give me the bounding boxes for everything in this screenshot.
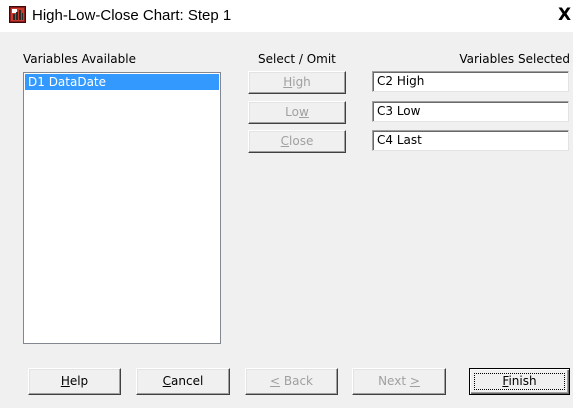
finish-button[interactable]: Finish — [469, 368, 570, 395]
help-label: elp — [69, 374, 89, 388]
help-button[interactable]: Help — [28, 368, 121, 395]
cancel-mnemonic: C — [162, 374, 172, 388]
variables-selected-label: Variables Selected — [459, 52, 570, 66]
selected-close-field[interactable]: C4 Last — [372, 130, 569, 151]
select-low-button[interactable]: Low — [248, 101, 346, 124]
back-mnemonic: < — [269, 374, 281, 388]
select-low-mnemonic: w — [299, 105, 309, 119]
selected-high-field[interactable]: C2 High — [372, 71, 569, 92]
variables-available-list[interactable]: D1 DataDate — [23, 72, 221, 344]
back-label: Back — [280, 374, 313, 388]
cancel-button[interactable]: Cancel — [136, 368, 230, 395]
select-high-mnemonic: H — [283, 75, 293, 89]
title-bar[interactable]: High-Low-Close Chart: Step 1 X — [0, 0, 573, 32]
select-low-label: Lo — [285, 105, 299, 119]
next-mnemonic: > — [409, 374, 420, 388]
variables-available-label: Variables Available — [23, 52, 136, 66]
select-close-mnemonic: C — [280, 134, 290, 148]
app-chart-icon — [9, 6, 26, 23]
selected-low-value: C3 Low — [377, 104, 421, 118]
close-button[interactable]: X — [556, 4, 573, 26]
focus-rectangle — [474, 373, 565, 390]
window-title: High-Low-Close Chart: Step 1 — [32, 7, 232, 24]
help-mnemonic: H — [60, 374, 70, 388]
selected-high-value: C2 High — [377, 74, 425, 88]
back-button[interactable]: < Back — [245, 368, 338, 395]
select-omit-label: Select / Omit — [258, 52, 336, 66]
list-item[interactable]: D1 DataDate — [25, 74, 219, 90]
select-high-button[interactable]: High — [248, 71, 346, 94]
next-button[interactable]: Next > — [352, 368, 446, 395]
selected-low-field[interactable]: C3 Low — [372, 101, 569, 122]
select-high-label: igh — [292, 75, 311, 89]
next-label: Next — [378, 374, 410, 388]
selected-close-value: C4 Last — [377, 133, 422, 147]
select-close-label: lose — [289, 134, 314, 148]
select-close-button[interactable]: Close — [248, 130, 346, 153]
cancel-label: ancel — [171, 374, 204, 388]
